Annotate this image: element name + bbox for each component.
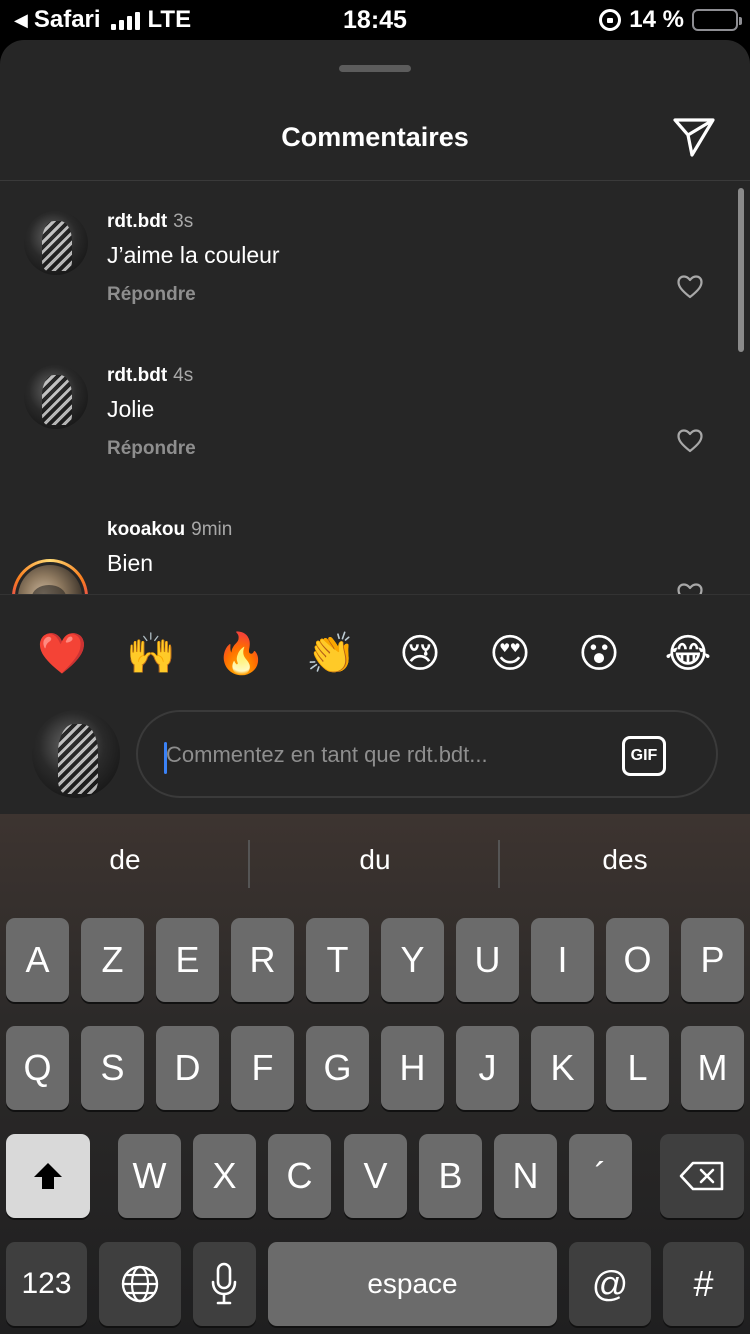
key-acute-accent[interactable]: ´ (569, 1134, 632, 1218)
backspace-key[interactable] (660, 1134, 744, 1218)
key-s[interactable]: S (81, 1026, 144, 1110)
comment-item: rdt.bdt 3s J’aime la couleur Répondre (0, 181, 750, 331)
suggestion-2[interactable]: du (250, 844, 500, 876)
sheet-title: Commentaires (281, 122, 469, 152)
emoji-heart-eyes[interactable]: 😍 (485, 629, 535, 679)
globe-icon (121, 1265, 159, 1303)
key-m[interactable]: M (681, 1026, 744, 1110)
key-u[interactable]: U (456, 918, 519, 1002)
key-j[interactable]: J (456, 1026, 519, 1110)
avatar[interactable] (24, 365, 88, 429)
comment-header: kooakou 9min (107, 519, 232, 541)
comment-header: rdt.bdt 4s (107, 365, 193, 387)
space-key[interactable]: espace (268, 1242, 557, 1326)
key-h[interactable]: H (381, 1026, 444, 1110)
rotation-lock-icon (599, 9, 622, 31)
hash-key[interactable]: # (663, 1242, 744, 1326)
key-y[interactable]: Y (381, 918, 444, 1002)
key-z[interactable]: Z (81, 918, 144, 1002)
key-o[interactable]: O (606, 918, 669, 1002)
gif-button[interactable]: GIF (622, 736, 666, 776)
key-q[interactable]: Q (6, 1026, 69, 1110)
emoji-laughing[interactable]: 😂 (663, 629, 713, 679)
emoji-crying[interactable]: 😢 (395, 629, 445, 679)
key-v[interactable]: V (344, 1134, 407, 1218)
battery-percent: 14 % (629, 6, 684, 33)
comment-text: J’aime la couleur (107, 242, 280, 268)
comment-username[interactable]: kooakou (107, 519, 185, 540)
comments-list[interactable]: rdt.bdt 3s J’aime la couleur Répondre rdt… (0, 181, 750, 594)
reply-button[interactable]: Répondre (107, 284, 196, 306)
keyboard: de du des A Z E R T Y U I O P Q S D F G … (0, 814, 750, 1334)
battery-icon (692, 9, 742, 31)
my-avatar (32, 710, 120, 798)
comment-time: 3s (173, 211, 194, 232)
comment-text: Bien (107, 550, 154, 576)
emoji-fire[interactable]: 🔥 (216, 629, 266, 679)
comment-input[interactable]: Commentez en tant que rdt.bdt... GIF (136, 710, 718, 798)
key-d[interactable]: D (156, 1026, 219, 1110)
key-g[interactable]: G (306, 1026, 369, 1110)
emoji-heart[interactable]: ❤️ (37, 629, 87, 679)
key-c[interactable]: C (268, 1134, 331, 1218)
paper-plane-icon[interactable] (670, 112, 718, 160)
reply-button[interactable]: Répondre (107, 438, 196, 460)
numbers-key[interactable]: 123 (6, 1242, 87, 1326)
avatar-figure (58, 724, 98, 794)
suggestion-1[interactable]: de (0, 844, 250, 876)
key-t[interactable]: T (306, 918, 369, 1002)
key-k[interactable]: K (531, 1026, 594, 1110)
comment-item: rdt.bdt 4s Jolie Répondre (0, 335, 750, 485)
emoji-raised-hands[interactable]: 🙌 (126, 629, 176, 679)
backspace-icon (679, 1161, 724, 1191)
key-b[interactable]: B (419, 1134, 482, 1218)
comments-scrollbar[interactable] (738, 188, 744, 352)
heart-icon[interactable] (677, 583, 703, 594)
key-p[interactable]: P (681, 918, 744, 1002)
key-r[interactable]: R (231, 918, 294, 1002)
key-e[interactable]: E (156, 918, 219, 1002)
comment-time: 9min (191, 519, 233, 540)
key-n[interactable]: N (494, 1134, 557, 1218)
shift-arrow-icon (34, 1163, 62, 1189)
at-key[interactable]: @ (569, 1242, 651, 1326)
emoji-surprised[interactable]: 😮 (574, 629, 624, 679)
key-w[interactable]: W (118, 1134, 181, 1218)
avatar-figure (42, 375, 72, 425)
emoji-clapping[interactable]: 👏 (306, 629, 356, 679)
comments-sheet: Commentaires rdt.bdt 3s J’aime la couleur… (0, 40, 750, 814)
suggestion-3[interactable]: des (500, 844, 750, 876)
key-x[interactable]: X (193, 1134, 256, 1218)
comment-item: kooakou 9min Bien (0, 489, 750, 594)
avatar[interactable] (24, 211, 88, 275)
comment-username[interactable]: rdt.bdt (107, 211, 167, 232)
microphone-icon (211, 1262, 237, 1305)
heart-icon[interactable] (677, 429, 703, 453)
comment-time: 4s (173, 365, 194, 386)
comment-text: Jolie (107, 396, 155, 422)
microphone-key[interactable] (193, 1242, 256, 1326)
status-bar: ◀ Safari LTE 18:45 14 % (0, 0, 750, 40)
key-i[interactable]: I (531, 918, 594, 1002)
heart-icon[interactable] (677, 275, 703, 299)
status-right: 14 % (599, 6, 742, 34)
comment-placeholder: Commentez en tant que rdt.bdt... (166, 742, 488, 767)
key-f[interactable]: F (231, 1026, 294, 1110)
key-l[interactable]: L (606, 1026, 669, 1110)
comment-username[interactable]: rdt.bdt (107, 365, 167, 386)
emoji-bar: ❤️ 🙌 🔥 👏 😢 😍 😮 😂 (0, 594, 750, 704)
sheet-grabber[interactable] (339, 65, 411, 72)
avatar-figure (42, 221, 72, 271)
globe-key[interactable] (99, 1242, 181, 1326)
shift-key[interactable] (6, 1134, 90, 1218)
comment-header: rdt.bdt 3s (107, 211, 193, 233)
key-a[interactable]: A (6, 918, 69, 1002)
